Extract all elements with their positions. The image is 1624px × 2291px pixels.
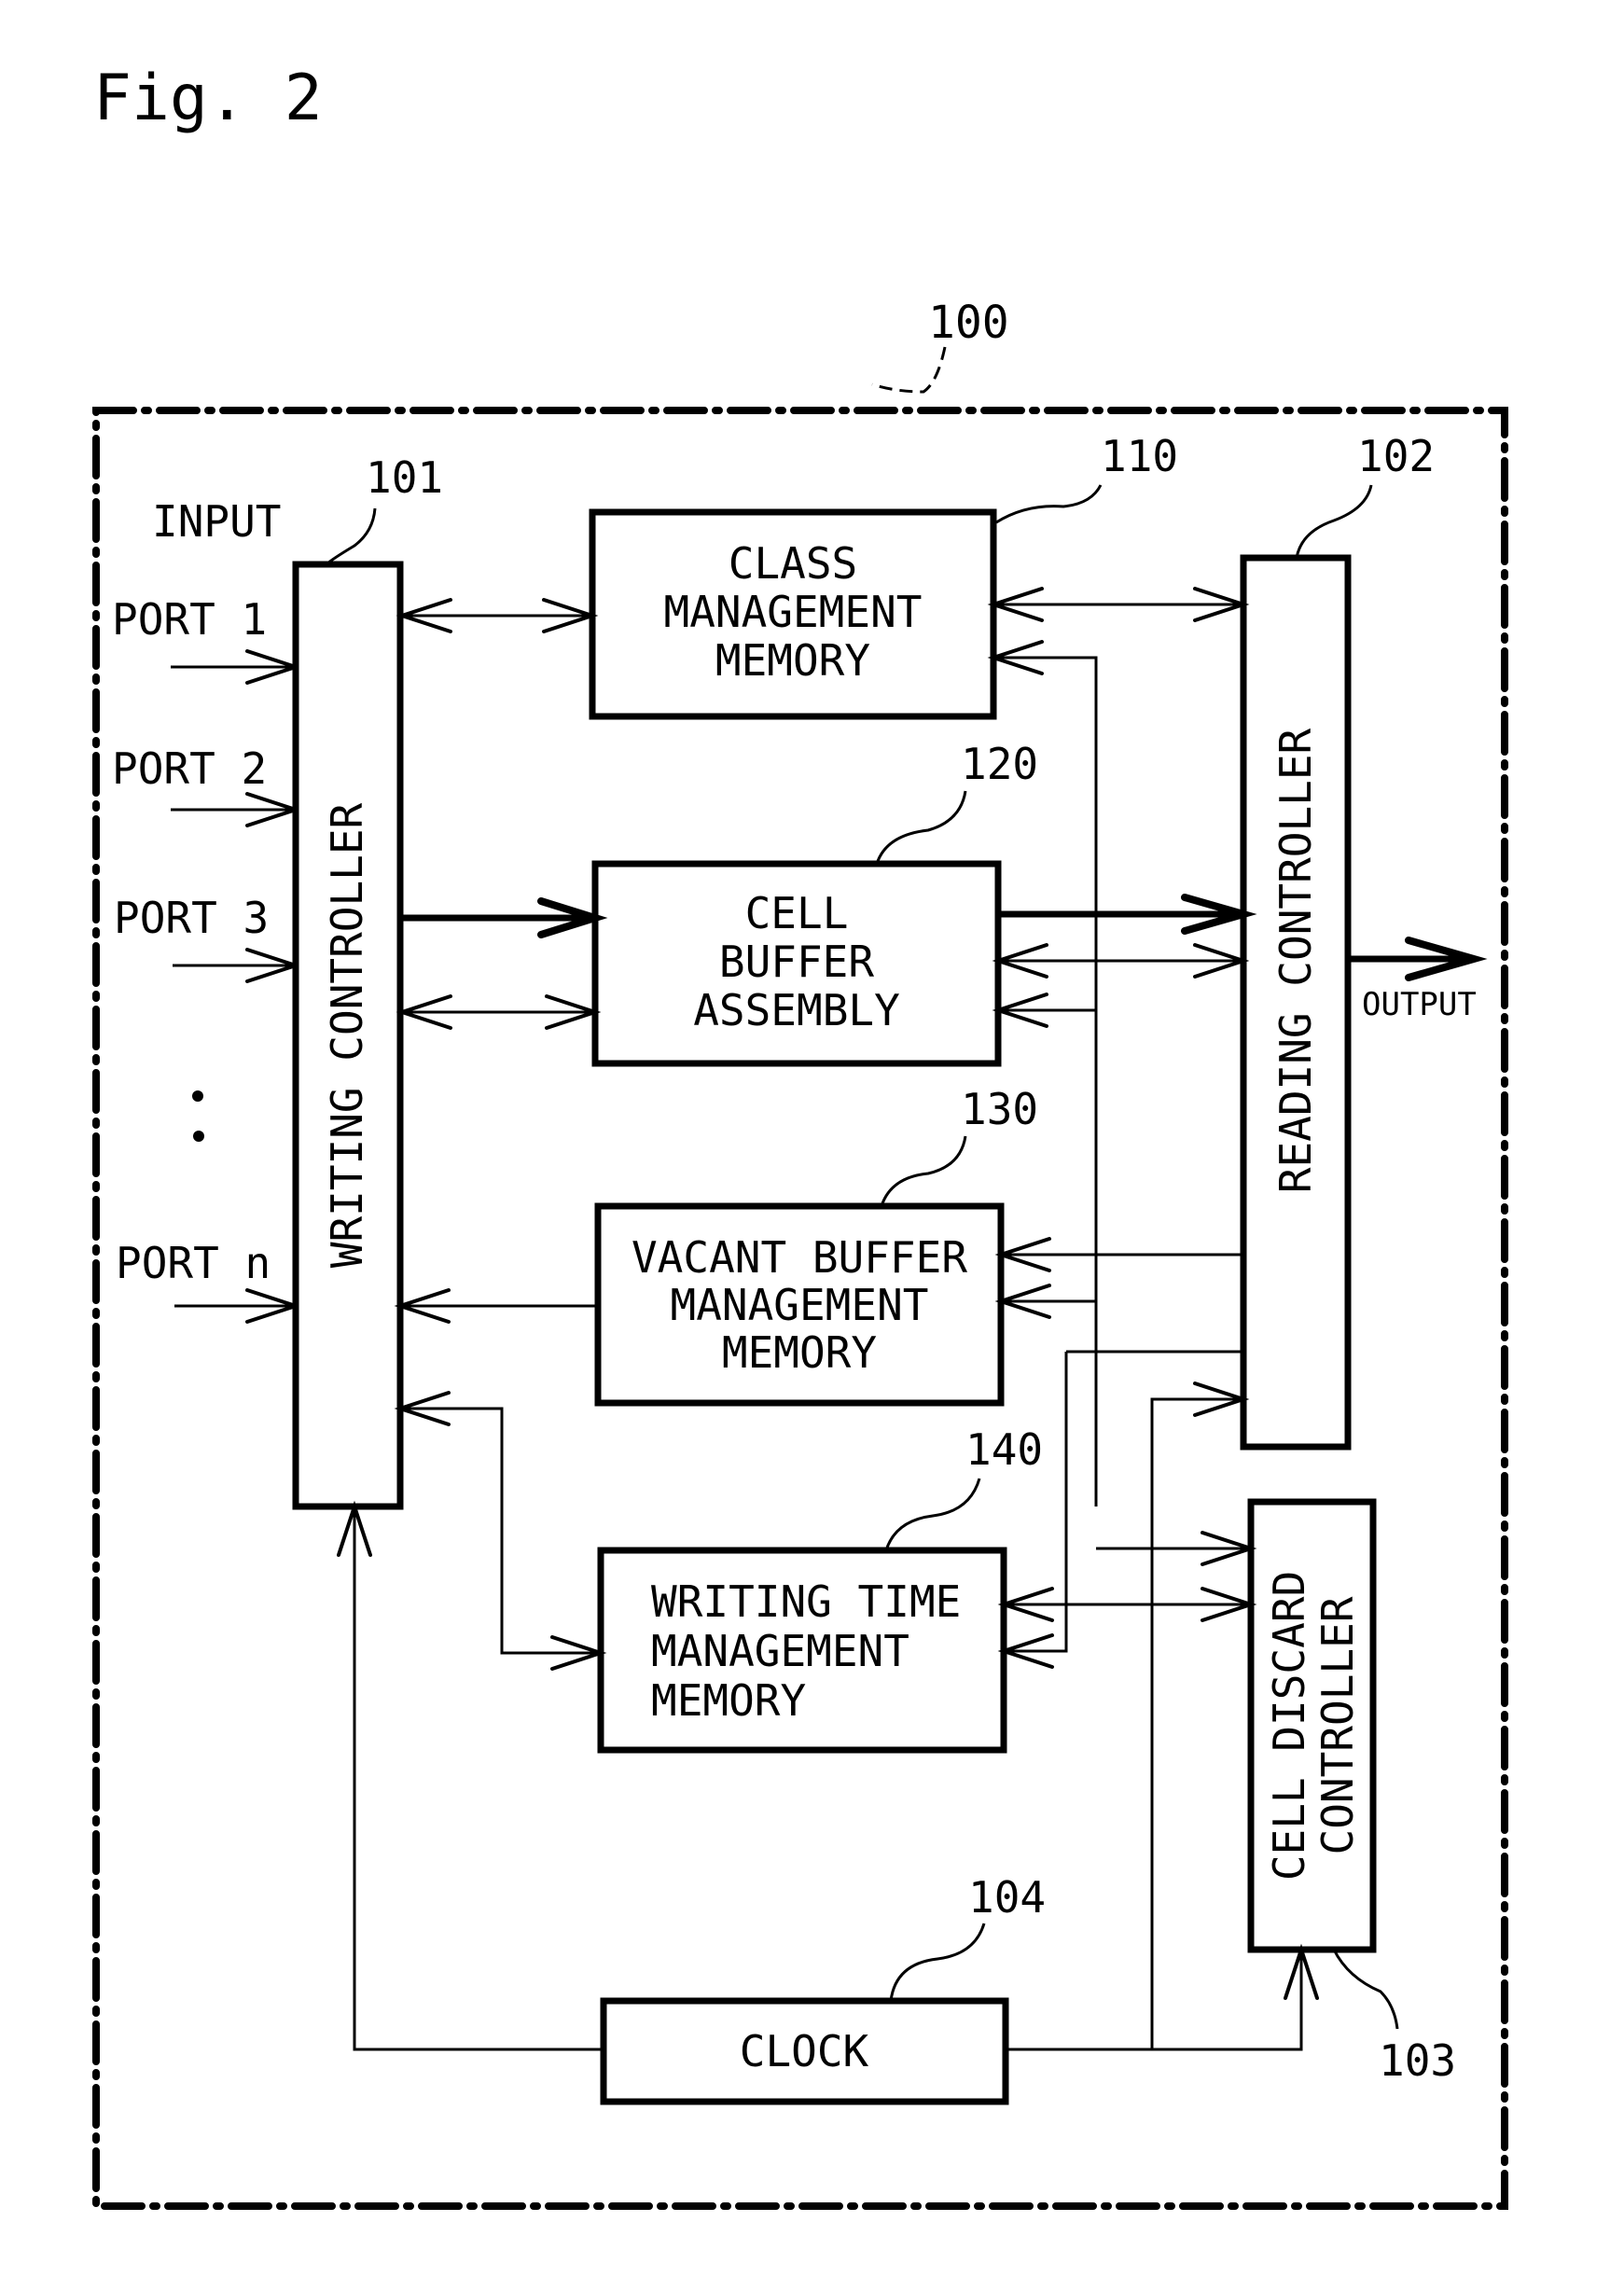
leader-100: [871, 346, 947, 394]
leader-104: [889, 1923, 986, 2002]
leader-103: [1332, 1949, 1399, 2030]
clock-label: CLOCK: [740, 2026, 869, 2076]
svg-text:CLASS: CLASS: [729, 538, 857, 589]
ref-110: 110: [1101, 431, 1178, 481]
svg-text:ASSEMBLY: ASSEMBLY: [693, 985, 900, 1035]
ellipsis-dot: [193, 1131, 204, 1142]
svg-text:MANAGEMENT: MANAGEMENT: [664, 587, 923, 637]
ref-100: 100: [928, 297, 1009, 349]
ref-102: 102: [1357, 431, 1435, 481]
ref-120: 120: [961, 739, 1038, 789]
svg-text:MEMORY: MEMORY: [722, 1327, 877, 1378]
ref-101: 101: [366, 452, 443, 503]
svg-text:CONTROLLER: CONTROLLER: [1312, 1596, 1363, 1854]
ref-104: 104: [968, 1872, 1046, 1923]
cell-discard-controller-label: CELL DISCARD CONTROLLER: [1264, 1571, 1363, 1881]
port-n-label: PORT n: [116, 1238, 271, 1288]
ref-103: 103: [1379, 2035, 1456, 2086]
ref-140: 140: [965, 1424, 1043, 1475]
input-heading: INPUT: [152, 496, 281, 547]
leader-110: [995, 484, 1103, 524]
svg-text:BUFFER: BUFFER: [719, 937, 874, 987]
ellipsis-dot: [192, 1090, 203, 1102]
leader-120: [875, 790, 967, 865]
svg-text:CELL: CELL: [745, 888, 849, 938]
svg-text:MANAGEMENT: MANAGEMENT: [671, 1280, 929, 1330]
port-3-label: PORT 3: [114, 893, 269, 943]
writing-controller-label: WRITING CONTROLLER: [322, 802, 372, 1268]
svg-text:CELL DISCARD: CELL DISCARD: [1264, 1571, 1314, 1881]
ref-130: 130: [961, 1084, 1038, 1134]
block-diagram: Fig. 2 100 INPUT PORT 1 PORT 2 PORT 3 PO…: [92, 62, 1508, 2210]
port-1-label: PORT 1: [112, 594, 267, 645]
output-label: OUTPUT: [1362, 986, 1477, 1023]
port-2-label: PORT 2: [112, 743, 267, 794]
leader-130: [880, 1135, 967, 1207]
leader-101: [325, 507, 377, 566]
figure-label: Fig. 2: [93, 62, 323, 135]
svg-text:WRITING TIME: WRITING TIME: [651, 1576, 961, 1627]
svg-text:MEMORY: MEMORY: [651, 1675, 806, 1726]
leader-102: [1295, 484, 1373, 559]
svg-text:MEMORY: MEMORY: [715, 635, 870, 686]
svg-text:VACANT BUFFER: VACANT BUFFER: [632, 1232, 967, 1283]
svg-text:MANAGEMENT: MANAGEMENT: [651, 1626, 909, 1676]
reading-controller-label: READING CONTROLLER: [1270, 728, 1321, 1193]
leader-140: [884, 1478, 981, 1551]
